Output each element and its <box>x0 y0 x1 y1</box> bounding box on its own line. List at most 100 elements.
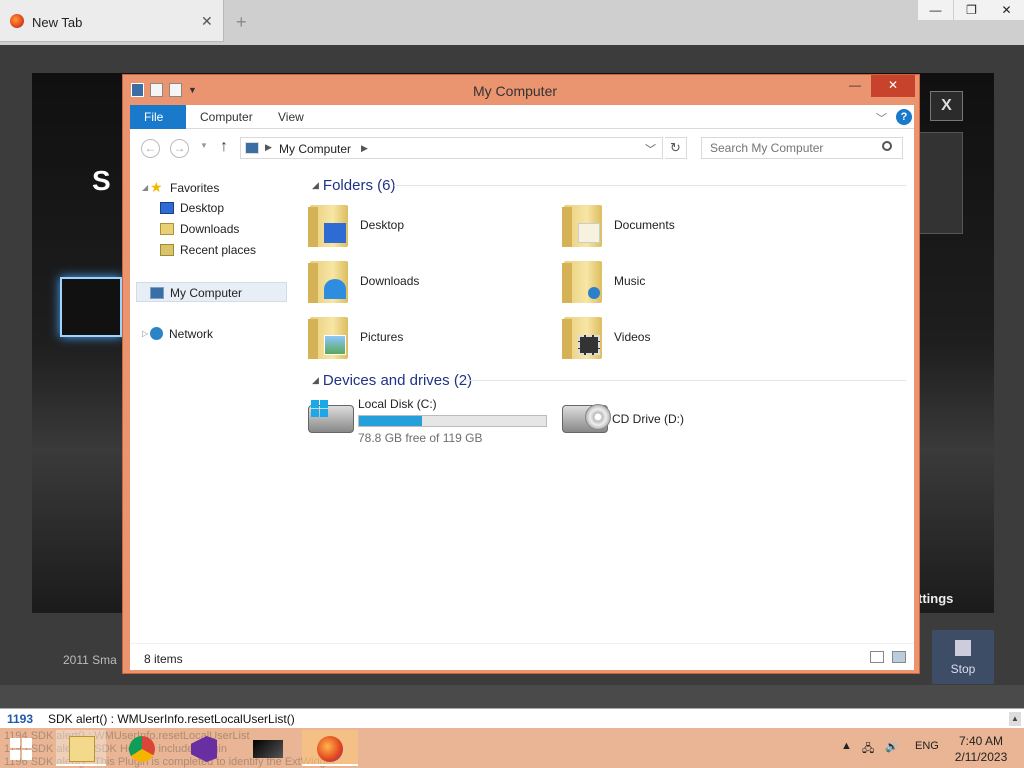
taskbar-explorer[interactable] <box>56 730 106 766</box>
group-divider <box>464 380 906 381</box>
collapse-icon: ◢ <box>312 180 319 190</box>
new-tab-button[interactable]: + <box>236 12 247 33</box>
drive-cd-d[interactable]: CD Drive (D:) <box>562 395 762 445</box>
desktop-icon <box>160 202 174 214</box>
browser-tab[interactable]: New Tab ✕ <box>0 0 224 42</box>
tab-close-button[interactable]: ✕ <box>201 13 213 30</box>
drive-local-disk-c[interactable]: Local Disk (C:) 78.8 GB free of 119 GB <box>308 395 558 445</box>
recent-places-icon <box>160 244 174 256</box>
chevron-down-icon[interactable]: ﹀ <box>645 141 656 157</box>
sidebar-item-desktop[interactable]: Desktop <box>160 198 224 218</box>
show-hidden-icons[interactable]: ▲ <box>841 740 852 752</box>
folder-icon <box>308 205 348 247</box>
tab-computer[interactable]: Computer <box>186 105 267 129</box>
folder-icon <box>562 205 602 247</box>
search-icon[interactable] <box>882 141 892 151</box>
folder-music[interactable]: Music <box>562 257 764 307</box>
details-view-icon[interactable] <box>870 651 884 663</box>
window-close-button[interactable]: ✕ <box>989 0 1024 20</box>
folder-pictures[interactable]: Pictures <box>308 313 510 363</box>
back-button[interactable]: ← <box>141 139 160 158</box>
collapse-icon[interactable]: ◢ <box>142 183 148 192</box>
recent-locations-icon[interactable]: ▼ <box>200 141 208 150</box>
new-folder-icon[interactable] <box>169 83 182 97</box>
browser-toolbar: New Tab ✕ + — ❐ ✕ <box>0 0 1024 45</box>
window-restore-button[interactable]: ❐ <box>954 0 989 20</box>
tv-logo: S <box>92 165 111 196</box>
tv-settings-label[interactable]: ttings <box>918 591 953 606</box>
breadcrumb[interactable]: My Computer <box>279 142 351 156</box>
log-message: SDK alert() : WMUserInfo.resetLocalUserL… <box>48 712 295 726</box>
taskbar-visual-studio[interactable] <box>178 730 228 766</box>
content-pane: ◢ Folders (6) Desktop Documents Downloads… <box>294 167 914 643</box>
cd-disc-icon <box>585 404 611 430</box>
window-title: My Computer <box>473 83 558 99</box>
ribbon-tabs: File Computer View ﹀ ? <box>130 105 914 129</box>
firefox-icon <box>317 736 343 762</box>
windows-logo-icon <box>311 400 329 418</box>
explorer-window: ▼ My Computer — ☐ ✕ File Computer View ﹀… <box>122 74 920 674</box>
start-button[interactable] <box>10 738 32 760</box>
sidebar-item-recent-places[interactable]: Recent places <box>160 240 256 260</box>
expand-icon[interactable]: ▷ <box>142 329 148 338</box>
properties-icon[interactable] <box>150 83 163 97</box>
collapse-icon: ◢ <box>312 375 319 385</box>
chevron-down-icon[interactable]: ▼ <box>188 83 197 97</box>
expand-ribbon-icon[interactable]: ﹀ <box>876 110 887 126</box>
drive-capacity-bar <box>358 415 547 427</box>
item-count: 8 items <box>144 652 183 666</box>
sidebar-item-favorites[interactable]: ★ Favorites <box>150 177 219 197</box>
scroll-up-icon[interactable]: ▲ <box>1009 712 1021 726</box>
folder-icon <box>562 317 602 359</box>
drive-label: CD Drive (D:) <box>612 412 684 426</box>
devices-group-header[interactable]: ◢ Devices and drives (2) <box>312 372 472 389</box>
large-icons-view-icon[interactable] <box>892 651 906 663</box>
forward-button[interactable]: → <box>170 139 189 158</box>
tab-file[interactable]: File <box>130 105 186 129</box>
search-input[interactable] <box>701 137 903 159</box>
taskbar-clock[interactable]: 7:40 AM 2/11/2023 <box>946 733 1016 765</box>
star-icon: ★ <box>150 179 163 195</box>
explorer-minimize-button[interactable]: — <box>841 75 869 97</box>
folders-group-header[interactable]: ◢ Folders (6) <box>312 177 395 194</box>
stop-icon <box>955 640 971 656</box>
network-tray-icon[interactable]: 🖧 <box>862 740 874 759</box>
folder-desktop[interactable]: Desktop <box>308 201 510 251</box>
tab-view[interactable]: View <box>264 105 318 129</box>
taskbar-firefox[interactable] <box>302 730 358 766</box>
taskbar: 1194 SDK alert() : WMUserInfo.resetLocal… <box>0 728 1024 768</box>
folder-documents[interactable]: Documents <box>562 201 764 251</box>
folder-icon <box>562 261 602 303</box>
tv-app-thumbnail[interactable] <box>60 277 122 337</box>
tv-side-tile[interactable] <box>915 132 963 234</box>
tv-emulator-icon <box>253 740 283 758</box>
quick-access-toolbar: ▼ <box>131 83 197 101</box>
volume-icon[interactable]: 🔊 <box>885 740 899 753</box>
window-minimize-button[interactable]: — <box>918 0 953 20</box>
address-toolbar: ← → ▼ ↑ ▶ My Computer ▶ ﹀ ↻ <box>130 129 914 167</box>
up-button[interactable]: ↑ <box>220 138 228 156</box>
tv-close-button[interactable]: X <box>930 91 963 121</box>
chrome-icon <box>129 736 155 762</box>
taskbar-chrome[interactable] <box>116 730 166 766</box>
firefox-icon <box>10 14 24 28</box>
address-field[interactable]: ▶ My Computer ▶ ﹀ <box>240 137 663 159</box>
taskbar-emulator[interactable] <box>240 730 290 766</box>
sidebar-item-my-computer[interactable]: My Computer <box>136 282 287 302</box>
downloads-icon <box>160 223 174 235</box>
explorer-close-button[interactable]: ✕ <box>871 75 915 97</box>
console-log: 1193 SDK alert() : WMUserInfo.resetLocal… <box>0 708 1024 728</box>
folder-downloads[interactable]: Downloads <box>308 257 510 307</box>
sidebar-item-downloads[interactable]: Downloads <box>160 219 239 239</box>
navigation-pane: ◢ ★ Favorites Desktop Downloads Recent pl… <box>130 167 294 670</box>
help-icon[interactable]: ? <box>896 109 912 125</box>
language-indicator[interactable]: ENG <box>915 740 939 752</box>
breadcrumb-arrow-icon[interactable]: ▶ <box>265 142 272 153</box>
sidebar-item-network[interactable]: Network <box>150 324 213 344</box>
refresh-button[interactable]: ↻ <box>665 137 687 159</box>
breadcrumb-arrow-icon[interactable]: ▶ <box>361 143 368 154</box>
folder-videos[interactable]: Videos <box>562 313 764 363</box>
cd-drive-icon <box>562 404 611 433</box>
stop-button[interactable]: Stop <box>932 630 994 684</box>
folder-icon <box>308 261 348 303</box>
